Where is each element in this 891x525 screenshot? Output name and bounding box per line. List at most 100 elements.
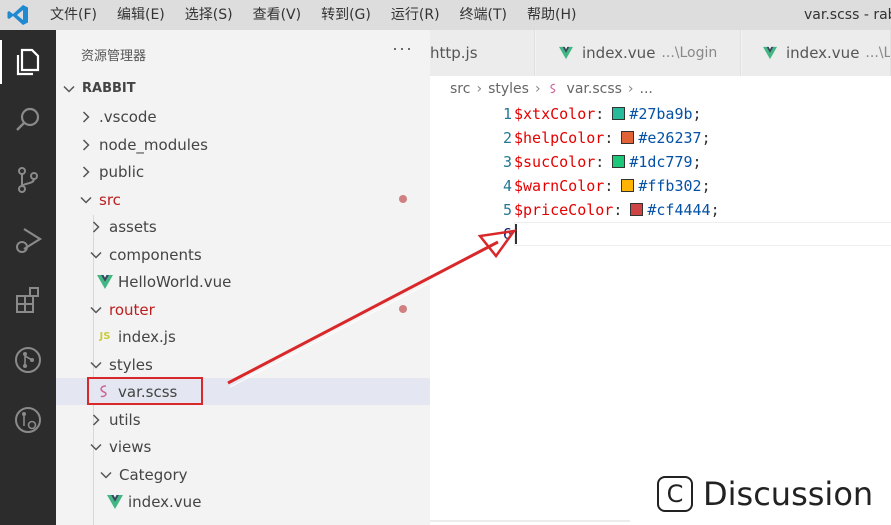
tree-folder-assets[interactable]: assets [56, 213, 430, 240]
tree-folder-styles[interactable]: styles [56, 351, 430, 378]
tree-label: router [109, 300, 155, 319]
hex-value: #cf4444 [647, 201, 711, 219]
code-editor[interactable]: 1 $xtxColor: #27ba9b; 2 $helpColor: #e2623… [430, 100, 891, 525]
tree-label: node_modules [99, 135, 208, 154]
git-graph-icon[interactable] [8, 340, 48, 380]
menu-go[interactable]: 转到(G) [311, 0, 381, 30]
tree-folder-utils[interactable]: utils [56, 406, 430, 433]
code-line: 3 $sucColor: #1dc779; [430, 150, 891, 174]
remote-icon[interactable] [8, 400, 48, 440]
line-number: 4 [502, 177, 512, 195]
chevron-right-icon [89, 413, 103, 427]
tab-description: ...\Lay [865, 45, 891, 61]
tab-index-vue-layout[interactable]: index.vue ...\Lay [742, 30, 891, 76]
vue-file-icon [106, 494, 124, 510]
tree-folder-category[interactable]: Category [56, 461, 430, 488]
color-swatch[interactable] [612, 107, 626, 120]
tree-label: index.vue [128, 492, 202, 511]
activity-bar [0, 30, 56, 525]
code-line: 4 $warnColor: #ffb302; [430, 174, 891, 198]
menu-file[interactable]: 文件(F) [50, 0, 107, 30]
scss-variable: $helpColor [514, 129, 605, 147]
tree-folder-vscode[interactable]: .vscode [56, 103, 430, 130]
tab-label: index.vue [786, 44, 860, 62]
tree-file-helloworld-vue[interactable]: HelloWorld.vue [56, 268, 430, 295]
menu-view[interactable]: 查看(V) [243, 0, 312, 30]
tree-folder-public[interactable]: public [56, 158, 430, 185]
tree-folder-node-modules[interactable]: node_modules [56, 131, 430, 158]
workspace-root[interactable]: RABBIT [56, 75, 430, 102]
chevron-right-icon [79, 110, 93, 124]
chevron-down-icon [89, 358, 103, 372]
discussion-logo-icon: C [657, 476, 693, 512]
menu-help[interactable]: 帮助(H) [517, 0, 586, 30]
breadcrumb-item[interactable]: styles [488, 81, 529, 97]
annotation-highlight-box [87, 377, 203, 405]
tab-index-vue-login[interactable]: index.vue ...\Login [536, 30, 741, 76]
tree-label: Category [119, 465, 188, 484]
code-line: 5 $priceColor: #cf4444; [430, 198, 891, 222]
more-actions-icon[interactable]: ··· [392, 38, 413, 59]
source-control-icon[interactable] [8, 160, 48, 200]
menu-run[interactable]: 运行(R) [381, 0, 450, 30]
sidebar-title: 资源管理器 [81, 49, 147, 64]
title-bar: 文件(F) 编辑(E) 选择(S) 查看(V) 转到(G) 运行(R) 终端(T… [0, 0, 891, 30]
chevron-right-icon [79, 165, 93, 179]
editor-scroll-shadow [430, 520, 630, 522]
js-file-icon: JS [99, 331, 111, 342]
line-number: 3 [502, 153, 512, 171]
breadcrumb: src › styles › var.scss › ... [450, 78, 653, 100]
menu-bar: 文件(F) 编辑(E) 选择(S) 查看(V) 转到(G) 运行(R) 终端(T… [50, 0, 586, 30]
workspace-root-label: RABBIT [82, 81, 136, 96]
explorer-icon[interactable] [8, 42, 48, 82]
menu-edit[interactable]: 编辑(E) [107, 0, 175, 30]
tree-label: assets [109, 217, 157, 236]
tree-label: .vscode [99, 107, 157, 126]
active-indicator [0, 40, 2, 84]
modified-dot [399, 305, 407, 313]
code-line: 1 $xtxColor: #27ba9b; [430, 102, 891, 126]
tree-file-index-vue[interactable]: index.vue [56, 488, 430, 515]
menu-terminal[interactable]: 终端(T) [450, 0, 517, 30]
tree-label: src [99, 190, 121, 209]
tree-folder-router[interactable]: router [56, 296, 430, 323]
explorer-sidebar: 资源管理器 ··· RABBIT .vscode node_modules pu… [56, 30, 430, 525]
vscode-logo-icon [7, 5, 28, 25]
tab-http-js[interactable]: http.js [430, 30, 535, 76]
color-swatch[interactable] [621, 179, 635, 192]
line-number: 6 [502, 225, 512, 243]
run-debug-icon[interactable] [8, 220, 48, 260]
vue-file-icon [96, 274, 114, 290]
scss-variable: $xtxColor [514, 105, 596, 123]
chevron-down-icon [79, 193, 93, 207]
tree-file-index-js[interactable]: JS index.js [56, 323, 430, 350]
tab-description: ...\Login [661, 45, 718, 61]
tree-label: public [99, 162, 145, 181]
extensions-icon[interactable] [8, 280, 48, 320]
chevron-down-icon [99, 468, 113, 482]
tree-label: index.js [118, 327, 176, 346]
watermark-text: Discussion [703, 475, 874, 513]
color-swatch[interactable] [630, 203, 644, 216]
sidebar-header: 资源管理器 ··· [56, 30, 430, 76]
chevron-right-icon [79, 138, 93, 152]
tree-folder-views[interactable]: views [56, 433, 430, 460]
hex-value: #ffb302 [638, 177, 702, 195]
color-swatch[interactable] [612, 155, 626, 168]
menu-selection[interactable]: 选择(S) [175, 0, 243, 30]
editor-tabs: http.js index.vue ...\Login index.vue ..… [430, 30, 891, 76]
search-icon[interactable] [8, 100, 48, 140]
chevron-down-icon [89, 248, 103, 262]
chevron-down-icon [89, 440, 103, 454]
breadcrumb-item[interactable]: ... [640, 81, 653, 97]
color-swatch[interactable] [621, 131, 635, 144]
chevron-down-icon [89, 303, 103, 317]
chevron-right-icon: › [476, 81, 483, 97]
chevron-down-icon [62, 82, 76, 96]
hex-value: #27ba9b [629, 105, 693, 123]
tree-folder-src[interactable]: src [56, 186, 430, 213]
tree-folder-components[interactable]: components [56, 241, 430, 268]
breadcrumb-item[interactable]: src [450, 81, 470, 97]
breadcrumb-item[interactable]: var.scss [567, 81, 622, 97]
tab-label: http.js [430, 44, 478, 62]
